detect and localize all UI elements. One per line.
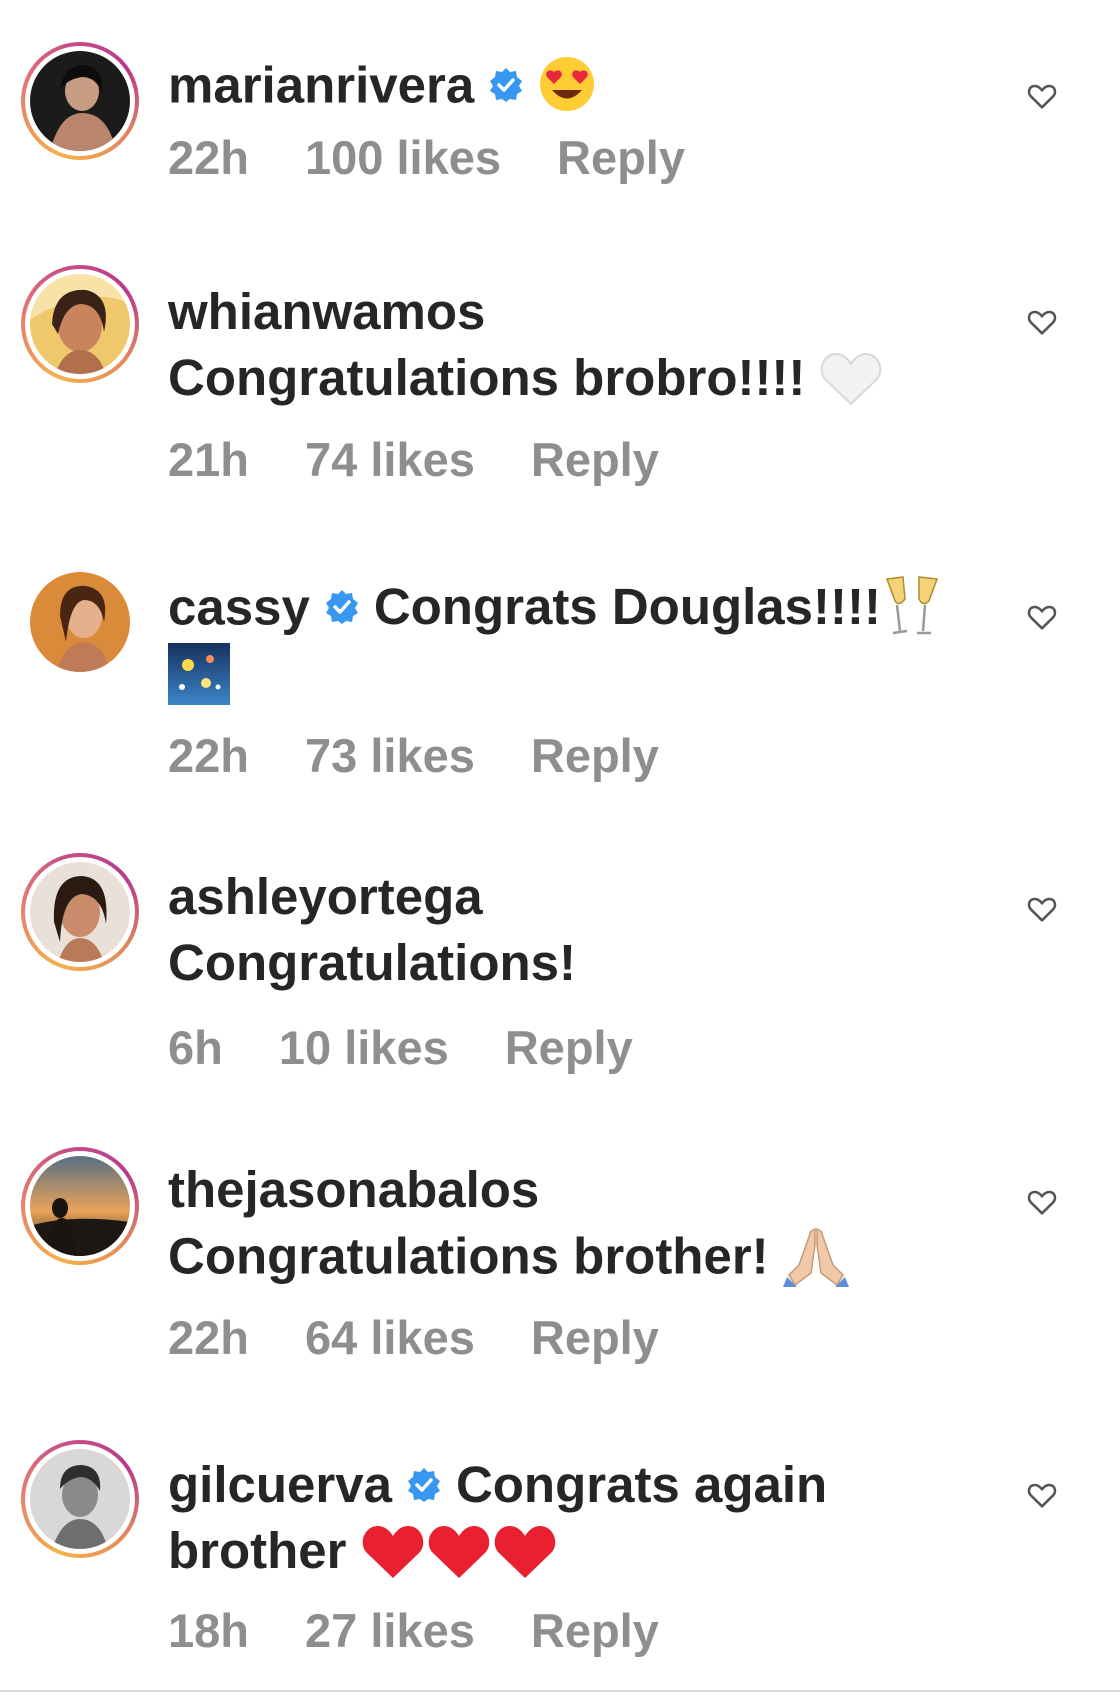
likes-count[interactable]: 64 likes [305, 1310, 475, 1366]
champagne-emoji-icon [885, 576, 938, 635]
avatar[interactable] [21, 1147, 139, 1265]
avatar[interactable] [21, 563, 139, 681]
avatar[interactable] [21, 853, 139, 971]
like-heart-icon[interactable] [1025, 892, 1059, 926]
comment-line: marianrivera [168, 55, 596, 123]
likes-count[interactable]: 10 likes [279, 1020, 449, 1076]
comment-line: cassy Congrats Douglas!!!! [168, 573, 943, 649]
divider [0, 1690, 1120, 1692]
reply-button[interactable]: Reply [531, 1310, 659, 1366]
avatar-image [30, 51, 130, 151]
heart-eyes-emoji-icon [540, 57, 595, 111]
comment-text-line: Congratulations brobro!!!! [168, 348, 883, 414]
avatar-image [30, 1449, 130, 1549]
avatar[interactable] [21, 1440, 139, 1558]
username[interactable]: whianwamos [168, 283, 485, 340]
comment-line: gilcuerva Congrats again [168, 1455, 827, 1515]
username[interactable]: ashleyortega [168, 868, 483, 925]
red-hearts-emoji-icon [362, 1525, 555, 1578]
comment-meta: 22h 100 likes Reply [168, 130, 685, 186]
comment-text: Congratulations brother! [168, 1227, 769, 1285]
verified-icon [407, 1467, 440, 1502]
avatar-image [30, 862, 130, 962]
like-heart-icon[interactable] [1025, 79, 1059, 113]
comment-text: Congratulations! [168, 934, 576, 991]
avatar[interactable] [21, 265, 139, 383]
white-heart-emoji-icon [821, 352, 882, 405]
like-heart-icon[interactable] [1025, 1478, 1059, 1512]
avatar[interactable] [21, 42, 139, 160]
comment-text-line-2: brother [168, 1521, 561, 1588]
comment-meta: 22h 64 likes Reply [168, 1310, 659, 1366]
comment-time: 22h [168, 729, 249, 782]
verified-icon [325, 590, 358, 624]
like-heart-icon[interactable] [1025, 1185, 1059, 1219]
comment-time: 18h [168, 1604, 249, 1657]
comment-text-line-2 [168, 640, 230, 705]
like-heart-icon[interactable] [1025, 600, 1059, 634]
username-line: whianwamos [168, 282, 485, 342]
avatar-image [30, 274, 130, 374]
comment-meta: 21h 74 likes Reply [168, 432, 659, 488]
avatar-image [30, 1156, 130, 1256]
comment-time: 22h [168, 131, 249, 184]
username[interactable]: gilcuerva [168, 1456, 392, 1513]
comment-text: Congratulations brobro!!!! [168, 349, 806, 406]
likes-count[interactable]: 74 likes [305, 432, 475, 488]
folded-hands-emoji-icon [782, 1227, 849, 1287]
comment-text: Congrats again [455, 1456, 828, 1513]
username-line: thejasonabalos [168, 1160, 539, 1220]
comment-time: 6h [168, 1021, 223, 1074]
username[interactable]: marianrivera [168, 56, 474, 113]
comment-meta: 6h 10 likes Reply [168, 1020, 633, 1076]
comment-text-line: Congratulations brother! [168, 1225, 851, 1295]
reply-button[interactable]: Reply [531, 728, 659, 784]
comment-meta: 18h 27 likes Reply [168, 1603, 659, 1659]
avatar-image [30, 572, 130, 672]
username[interactable]: cassy [168, 578, 310, 635]
like-heart-icon[interactable] [1025, 305, 1059, 339]
comment-text-continued: brother [168, 1522, 347, 1579]
reply-button[interactable]: Reply [531, 1603, 659, 1659]
verified-icon [490, 68, 523, 102]
comment-time: 22h [168, 1311, 249, 1364]
username-line: ashleyortega [168, 867, 483, 927]
reply-button[interactable]: Reply [557, 130, 685, 186]
likes-count[interactable]: 100 likes [305, 130, 501, 186]
reply-button[interactable]: Reply [531, 432, 659, 488]
comment-text: Congrats Douglas!!!! [373, 578, 881, 636]
fireworks-emoji-icon [168, 642, 230, 705]
comment-time: 21h [168, 433, 249, 486]
comment-meta: 22h 73 likes Reply [168, 728, 659, 784]
reply-button[interactable]: Reply [505, 1020, 633, 1076]
comment-text-line: Congratulations! [168, 933, 576, 993]
username[interactable]: thejasonabalos [168, 1161, 539, 1218]
likes-count[interactable]: 27 likes [305, 1603, 475, 1659]
likes-count[interactable]: 73 likes [305, 728, 475, 784]
